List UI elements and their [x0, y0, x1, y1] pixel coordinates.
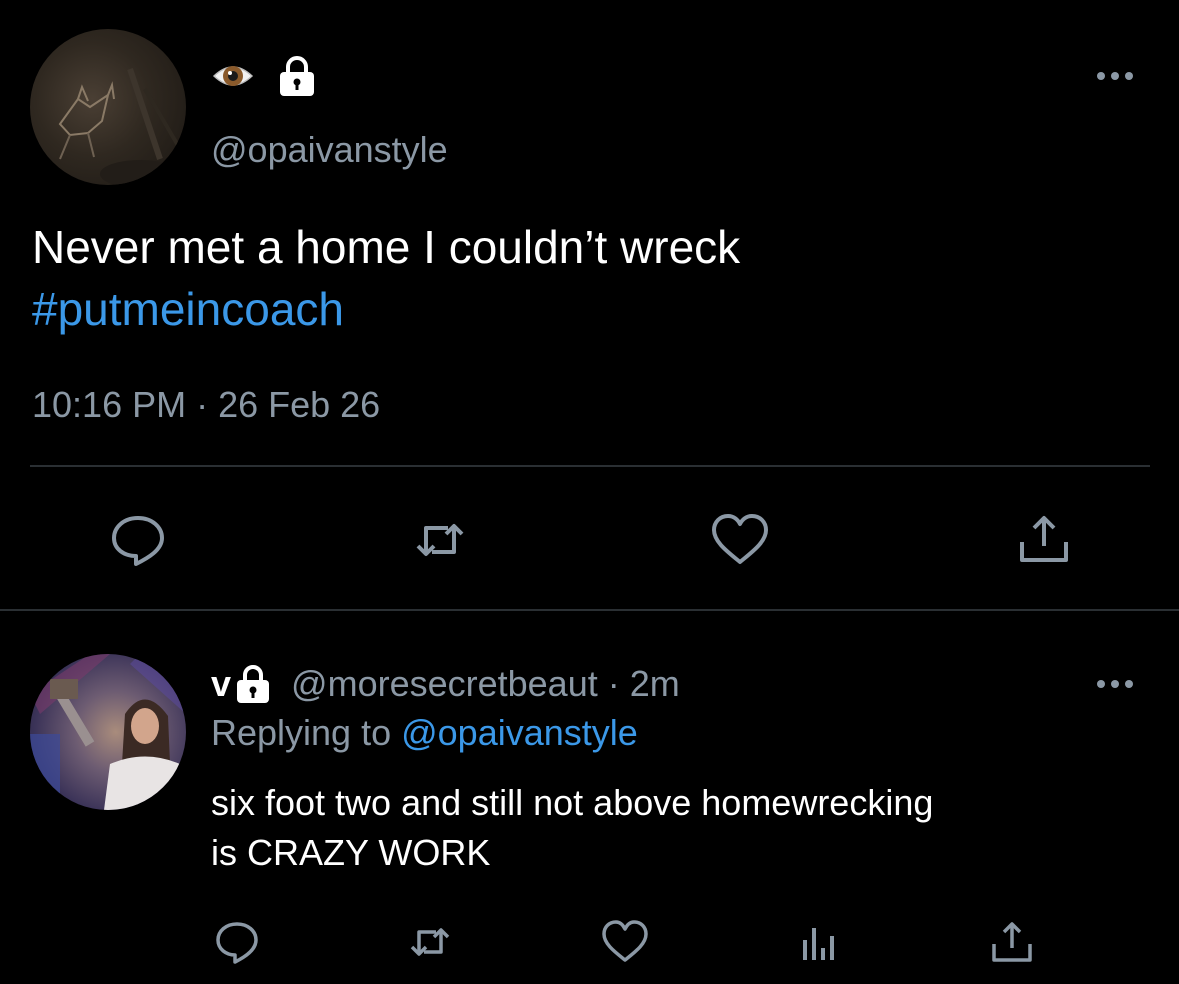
reply-text-line: six foot two and still not above homewre…: [211, 782, 934, 823]
replying-to-mention[interactable]: @opaivanstyle: [401, 712, 638, 753]
tweet-timestamp[interactable]: 10:16 PM · 26 Feb 26: [32, 383, 380, 427]
tweet-text-line: Never met a home I couldn’t wreck: [32, 221, 741, 273]
divider: [30, 465, 1150, 467]
like-icon[interactable]: [710, 510, 770, 570]
reply-handle-and-time[interactable]: @moresecretbeaut · 2m: [291, 663, 680, 705]
divider: [0, 609, 1179, 611]
retweet-icon[interactable]: [410, 510, 470, 570]
lock-icon: [280, 56, 314, 96]
replying-to-line: Replying to @opaivanstyle: [211, 710, 638, 756]
retweet-icon[interactable]: [406, 918, 454, 966]
reply-header: v @moresecretbeaut · 2m: [211, 660, 680, 708]
share-icon[interactable]: [1014, 510, 1074, 570]
hashtag-link[interactable]: #putmeincoach: [32, 278, 740, 340]
eye-emoji-icon: [212, 66, 254, 86]
reply-text: six foot two and still not above homewre…: [211, 778, 933, 878]
lock-icon: [237, 665, 270, 703]
replying-to-label: Replying to: [211, 712, 402, 753]
reply-text-line: is CRAZY WORK: [211, 832, 491, 873]
tweet-text: Never met a home I couldn’t wreck #putme…: [32, 216, 740, 340]
more-options-icon[interactable]: [1094, 672, 1136, 696]
author-display-name[interactable]: [211, 54, 317, 98]
reply-icon[interactable]: [213, 918, 261, 966]
share-icon[interactable]: [988, 918, 1036, 966]
analytics-icon[interactable]: [796, 918, 844, 966]
like-icon[interactable]: [601, 918, 649, 966]
reply-icon[interactable]: [108, 510, 168, 570]
author-handle[interactable]: @opaivanstyle: [211, 128, 448, 172]
reply-author-avatar[interactable]: [30, 654, 186, 810]
author-avatar[interactable]: [30, 29, 186, 185]
reply-display-name[interactable]: v: [211, 663, 231, 705]
more-options-icon[interactable]: [1094, 64, 1136, 88]
